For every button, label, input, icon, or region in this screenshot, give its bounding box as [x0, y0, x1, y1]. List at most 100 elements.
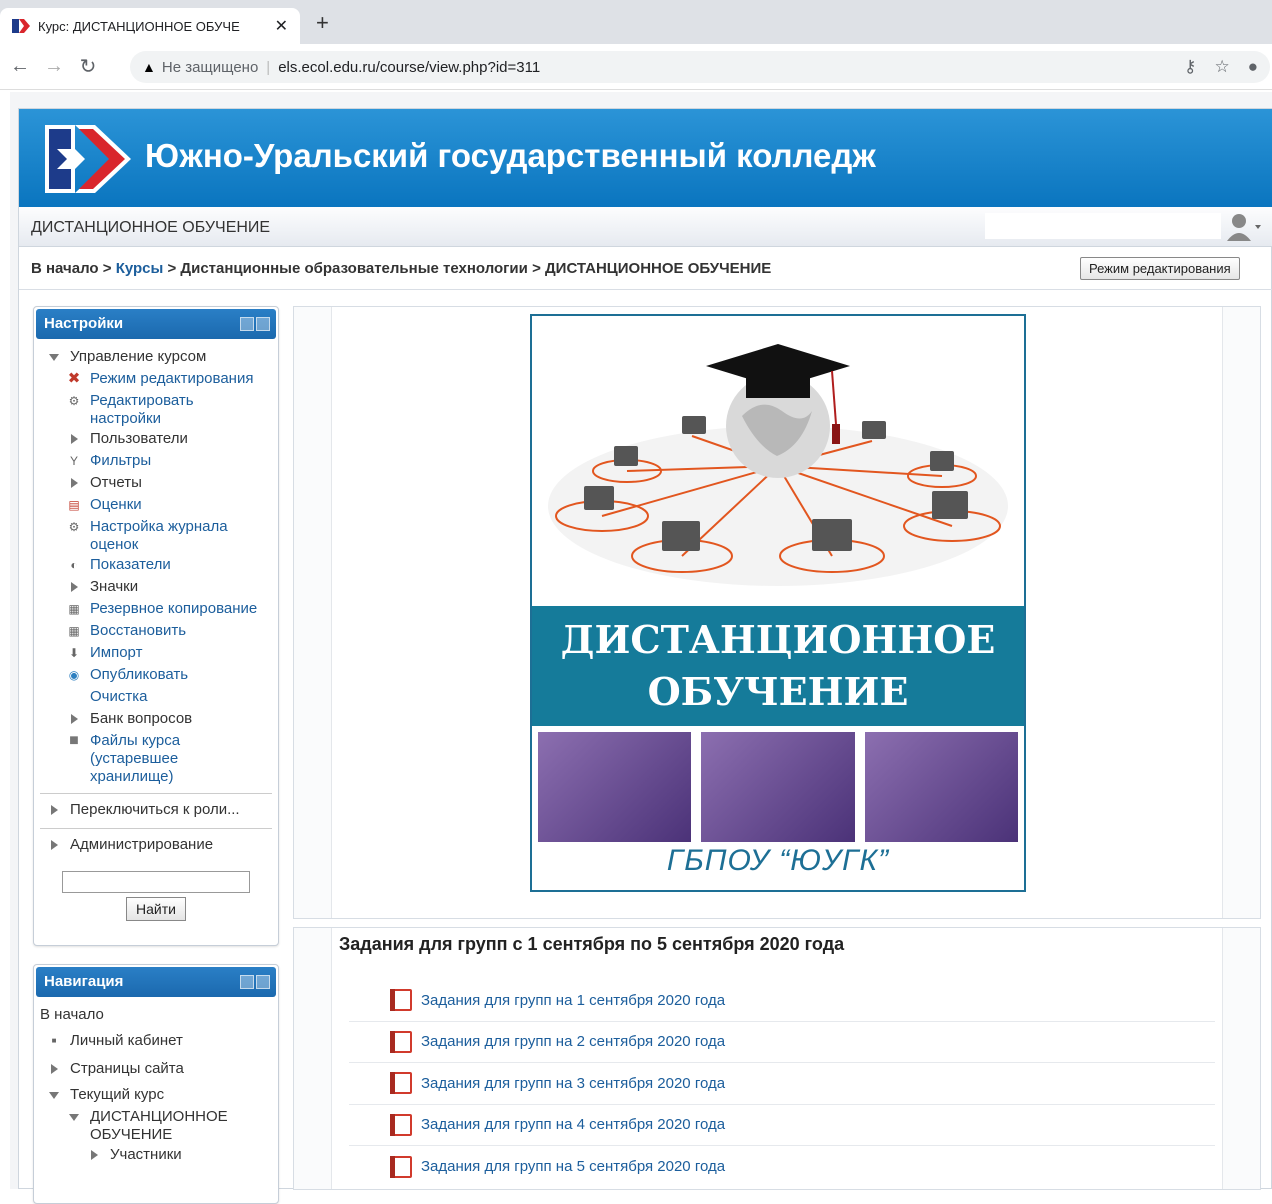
breadcrumb-category[interactable]: Дистанционные образовательные технологии [180, 260, 527, 277]
settings-item-label[interactable]: Очистка [90, 688, 147, 706]
breadcrumb-courses[interactable]: Курсы [116, 260, 164, 277]
nav-home-label[interactable]: В начало [40, 1006, 104, 1024]
course-admin-node[interactable]: Управление курсом [40, 347, 272, 369]
activity-item[interactable]: Задания для групп на 3 сентября 2020 год… [349, 1063, 1215, 1105]
nav-dashboard[interactable]: ■ Личный кабинет [40, 1031, 272, 1053]
nav-course[interactable]: ДИСТАНЦИОННОЕ ОБУЧЕНИЕ [40, 1107, 272, 1145]
settings-item-badges[interactable]: Значки [40, 577, 272, 599]
nav-site-pages[interactable]: Страницы сайта [40, 1059, 272, 1081]
settings-item-filters[interactable]: Y Фильтры [40, 451, 272, 473]
settings-item-label[interactable]: Восстановить [90, 622, 186, 640]
collapse-arrow-icon[interactable] [64, 1108, 84, 1126]
settings-item-edit-settings[interactable]: ⚙ Редактировать настройки [40, 391, 272, 429]
activity-item[interactable]: Задания для групп на 2 сентября 2020 год… [349, 1022, 1215, 1063]
expand-arrow-icon[interactable] [64, 430, 84, 448]
settings-search-input[interactable] [62, 871, 250, 893]
close-tab-icon[interactable]: ✕ [275, 16, 288, 36]
search-button[interactable]: Найти [126, 897, 186, 921]
collapse-icon[interactable] [256, 975, 270, 989]
nav-dashboard-label[interactable]: Личный кабинет [70, 1032, 183, 1050]
reload-icon[interactable]: ↻ [74, 54, 102, 79]
collapse-arrow-icon[interactable] [44, 348, 64, 366]
college-logo-icon[interactable] [45, 125, 131, 193]
course-short-name[interactable]: ДИСТАНЦИОННОЕ ОБУЧЕНИЕ [31, 219, 270, 237]
settings-item-label[interactable]: Фильтры [90, 452, 151, 470]
settings-item-import[interactable]: ⬇ Импорт [40, 643, 272, 665]
nav-current-course[interactable]: Текущий курс [40, 1085, 272, 1107]
nav-current-course-label[interactable]: Текущий курс [70, 1086, 164, 1104]
warning-icon[interactable]: ▲ [142, 59, 156, 75]
expand-arrow-icon[interactable] [64, 710, 84, 728]
settings-item-legacy-files[interactable]: ■ Файлы курса (устаревшее хранилище) [40, 731, 272, 787]
activity-label[interactable]: Задания для групп на 4 сентября 2020 год… [421, 1116, 725, 1133]
activity-label[interactable]: Задания для групп на 2 сентября 2020 год… [421, 1033, 725, 1050]
expand-arrow-icon[interactable] [84, 1146, 104, 1164]
breadcrumb-home[interactable]: В начало [31, 260, 99, 277]
switch-role-node[interactable]: Переключиться к роли... [40, 800, 272, 822]
settings-item-label[interactable]: Отчеты [90, 474, 142, 492]
expand-arrow-icon[interactable] [44, 836, 64, 854]
nav-course-label[interactable]: ДИСТАНЦИОННОЕ ОБУЧЕНИЕ [90, 1108, 250, 1144]
settings-item-label[interactable]: Резервное копирование [90, 600, 257, 618]
admin-label[interactable]: Администрирование [70, 836, 213, 854]
settings-item-label[interactable]: Банк вопросов [90, 710, 192, 728]
browser-tab[interactable]: Курс: ДИСТАНЦИОННОЕ ОБУЧЕ ✕ [0, 8, 300, 44]
dock-icon[interactable] [240, 975, 254, 989]
settings-item-label[interactable]: Опубликовать [90, 666, 188, 684]
expand-arrow-icon[interactable] [44, 1060, 64, 1078]
new-tab-icon[interactable]: + [316, 10, 329, 36]
activity-item[interactable]: Задания для групп на 1 сентября 2020 год… [349, 980, 1215, 1022]
back-icon[interactable]: ← [6, 55, 34, 78]
star-icon[interactable]: ☆ [1214, 57, 1229, 77]
forward-icon[interactable]: → [40, 55, 68, 78]
settings-item-publish[interactable]: ◉ Опубликовать [40, 665, 272, 687]
settings-item-reset[interactable]: Очистка [40, 687, 272, 709]
settings-item-label[interactable]: Файлы курса (устаревшее хранилище) [90, 732, 210, 786]
nav-participants-label[interactable]: Участники [110, 1146, 182, 1164]
nav-home[interactable]: В начало [40, 1005, 272, 1027]
activity-item[interactable]: Задания для групп на 5 сентября 2020 год… [349, 1146, 1215, 1188]
expand-arrow-icon[interactable] [64, 578, 84, 596]
activity-label[interactable]: Задания для групп на 1 сентября 2020 год… [421, 992, 725, 1009]
settings-item-gradebook[interactable]: ⚙ Настройка журнала оценок [40, 517, 272, 555]
dock-icon[interactable] [240, 317, 254, 331]
site-title[interactable]: Южно-Уральский государственный колледж [145, 137, 876, 175]
settings-item-label[interactable]: Режим редактирования [90, 370, 253, 388]
activity-item[interactable]: Задания для групп на 4 сентября 2020 год… [349, 1105, 1215, 1146]
settings-item-label[interactable]: Редактировать настройки [90, 392, 250, 428]
settings-item-reports[interactable]: Отчеты [40, 473, 272, 495]
site-favicon-icon [12, 19, 30, 33]
settings-item-label[interactable]: Настройка журнала оценок [90, 518, 250, 554]
activity-label[interactable]: Задания для групп на 3 сентября 2020 год… [421, 1075, 725, 1092]
settings-item-label[interactable]: Значки [90, 578, 138, 596]
settings-item-label[interactable]: Оценки [90, 496, 142, 514]
user-menu-field[interactable] [985, 213, 1221, 239]
settings-item-label[interactable]: Пользователи [90, 430, 188, 448]
url-text[interactable]: els.ecol.edu.ru/course/view.php?id=311 [278, 59, 540, 76]
security-label[interactable]: Не защищено [162, 59, 258, 76]
expand-arrow-icon[interactable] [64, 474, 84, 492]
settings-item-edit-mode[interactable]: ✖ Режим редактирования [40, 369, 272, 391]
admin-node[interactable]: Администрирование [40, 835, 272, 857]
collapse-icon[interactable] [256, 317, 270, 331]
key-icon[interactable]: ⚷ [1184, 57, 1196, 77]
course-poster: ДИСТАНЦИОННОЕ ОБУЧЕНИЕ ГБПОУ “ЮУГК” [530, 314, 1026, 892]
settings-item-grades[interactable]: ▤ Оценки [40, 495, 272, 517]
address-bar[interactable]: ▲ Не защищено | els.ecol.edu.ru/course/v… [130, 51, 1270, 83]
settings-item-question-bank[interactable]: Банк вопросов [40, 709, 272, 731]
user-avatar-icon[interactable] [1225, 211, 1263, 243]
activity-label[interactable]: Задания для групп на 5 сентября 2020 год… [421, 1158, 725, 1175]
settings-item-backup[interactable]: ▦ Резервное копирование [40, 599, 272, 621]
settings-item-restore[interactable]: ▦ Восстановить [40, 621, 272, 643]
collapse-arrow-icon[interactable] [44, 1086, 64, 1104]
profile-icon[interactable]: ● [1248, 57, 1258, 77]
nav-site-pages-label[interactable]: Страницы сайта [70, 1060, 184, 1078]
expand-arrow-icon[interactable] [44, 801, 64, 819]
settings-item-label[interactable]: Импорт [90, 644, 142, 662]
settings-item-users[interactable]: Пользователи [40, 429, 272, 451]
settings-item-label[interactable]: Показатели [90, 556, 171, 574]
switch-role-label[interactable]: Переключиться к роли... [70, 801, 240, 819]
settings-item-outcomes[interactable]: ◐ Показатели [40, 555, 272, 577]
nav-participants[interactable]: Участники [40, 1145, 272, 1167]
edit-mode-button[interactable]: Режим редактирования [1080, 257, 1240, 280]
